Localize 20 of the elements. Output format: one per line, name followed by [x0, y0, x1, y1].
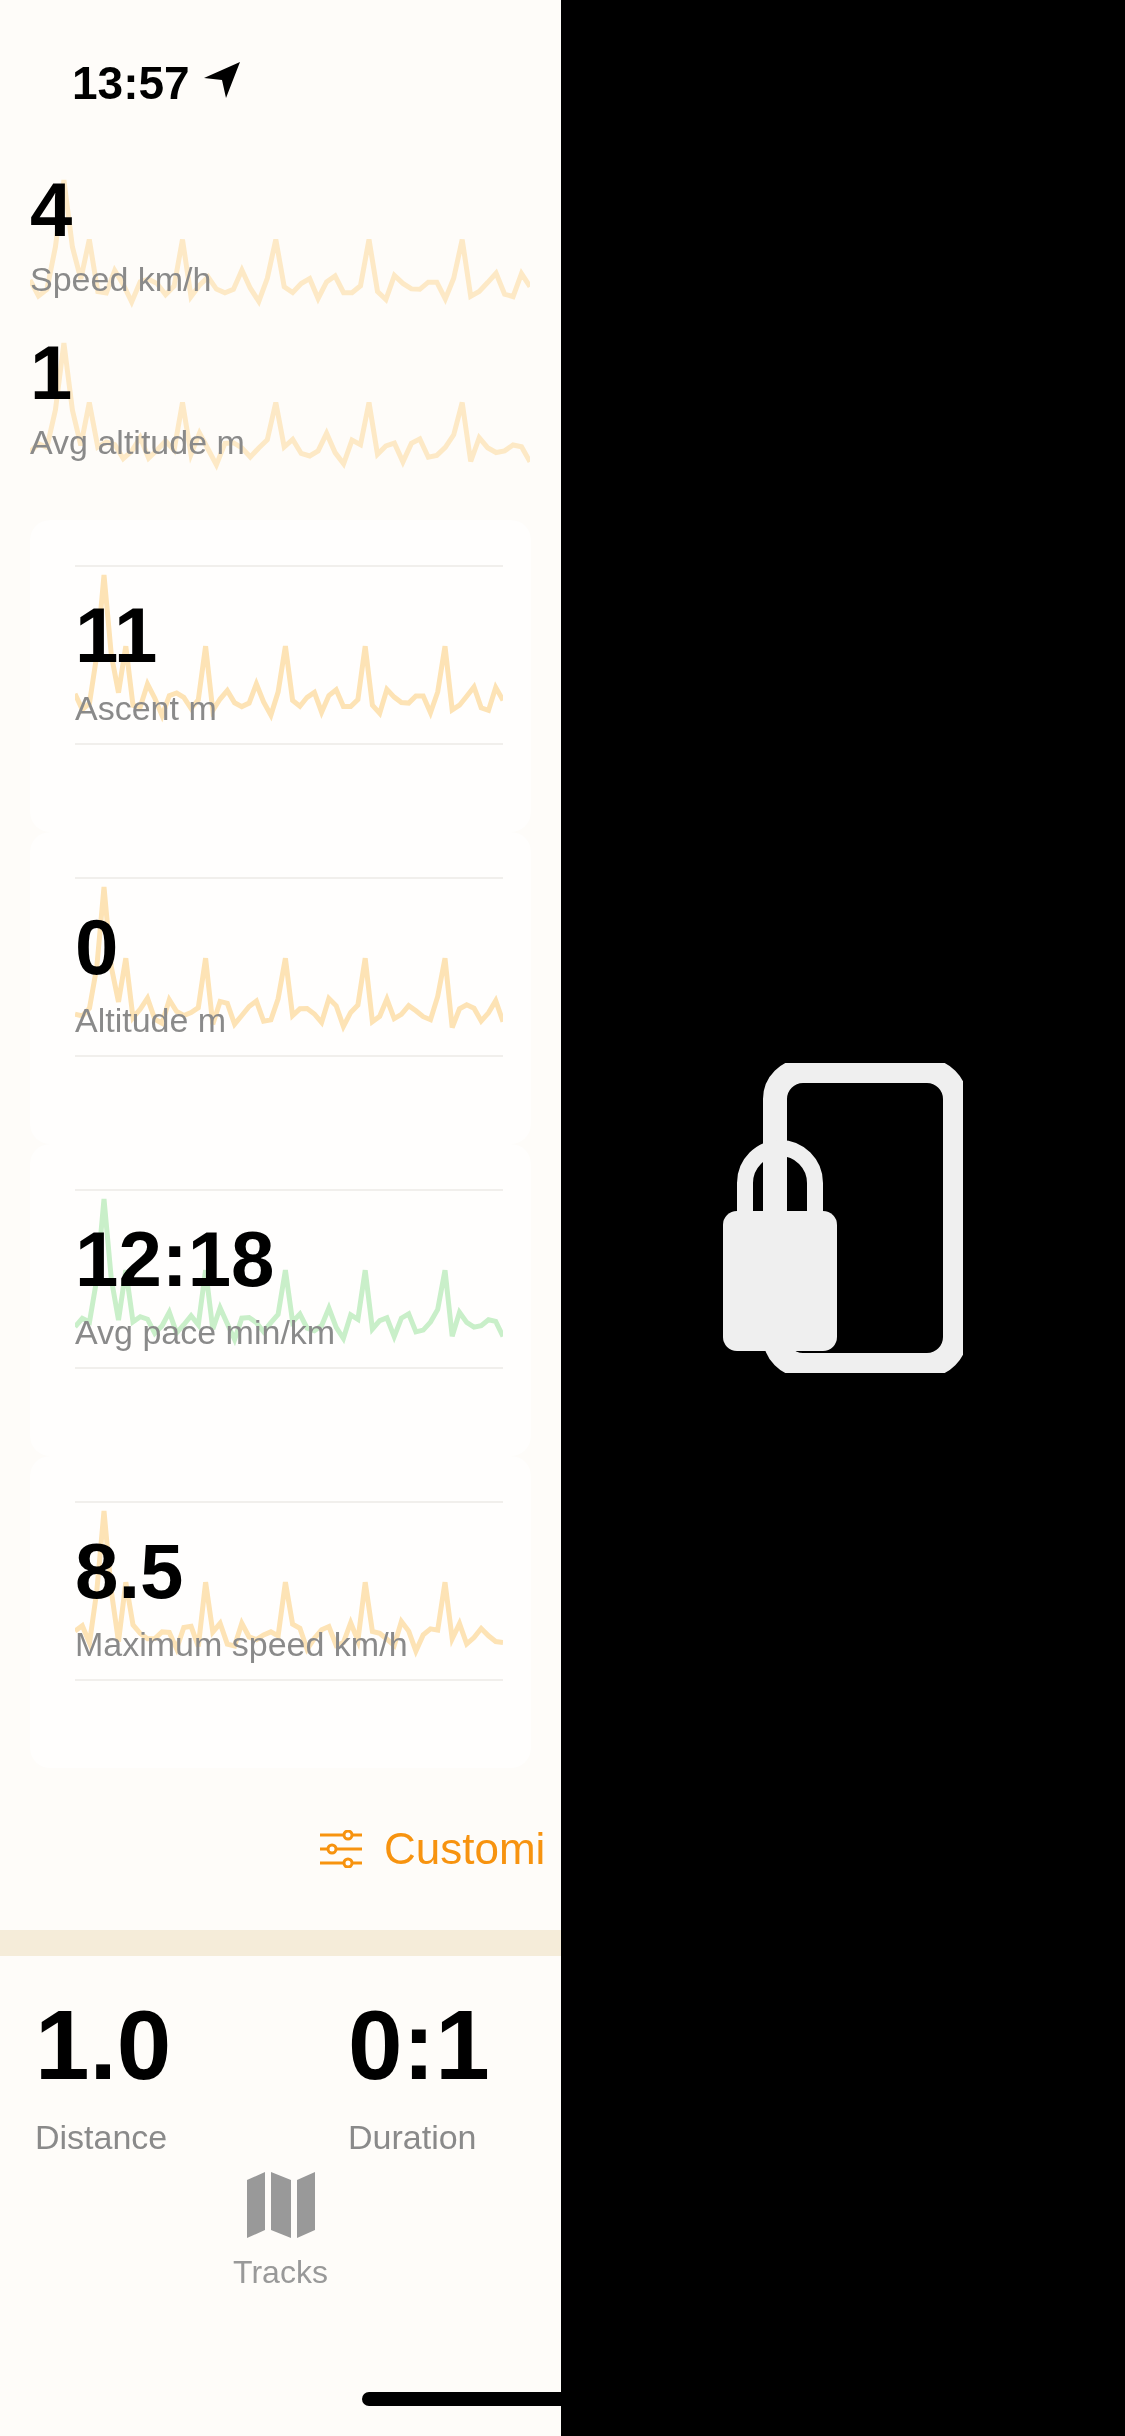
summary-value: 0:1: [348, 1996, 490, 2094]
summary-label: Duration: [348, 2120, 477, 2154]
metric-value: 8.5: [75, 1532, 184, 1610]
metric-value: 12:18: [75, 1220, 275, 1298]
metric-label: Speed km/h: [30, 262, 212, 296]
metric-value: 4: [30, 172, 73, 248]
summary-label: Distance: [35, 2120, 168, 2154]
summary-value: 1.0: [35, 1996, 172, 2094]
sliders-icon: [318, 1830, 364, 1868]
metric-label: Avg altitude m: [30, 425, 245, 459]
metric-label: Avg pace min/km: [75, 1315, 336, 1349]
status-time: 13:57: [72, 60, 190, 106]
phone-lock-icon: [723, 1063, 963, 1373]
metric-value: 0: [75, 908, 119, 986]
metric-value: 11: [75, 596, 158, 674]
metric-label: Altitude m: [75, 1003, 227, 1037]
metric-value: 1: [30, 335, 73, 411]
map-icon: [244, 2170, 317, 2238]
tracks-tab[interactable]: Tracks: [233, 2170, 328, 2288]
customize-button[interactable]: Customi: [318, 1827, 546, 1871]
